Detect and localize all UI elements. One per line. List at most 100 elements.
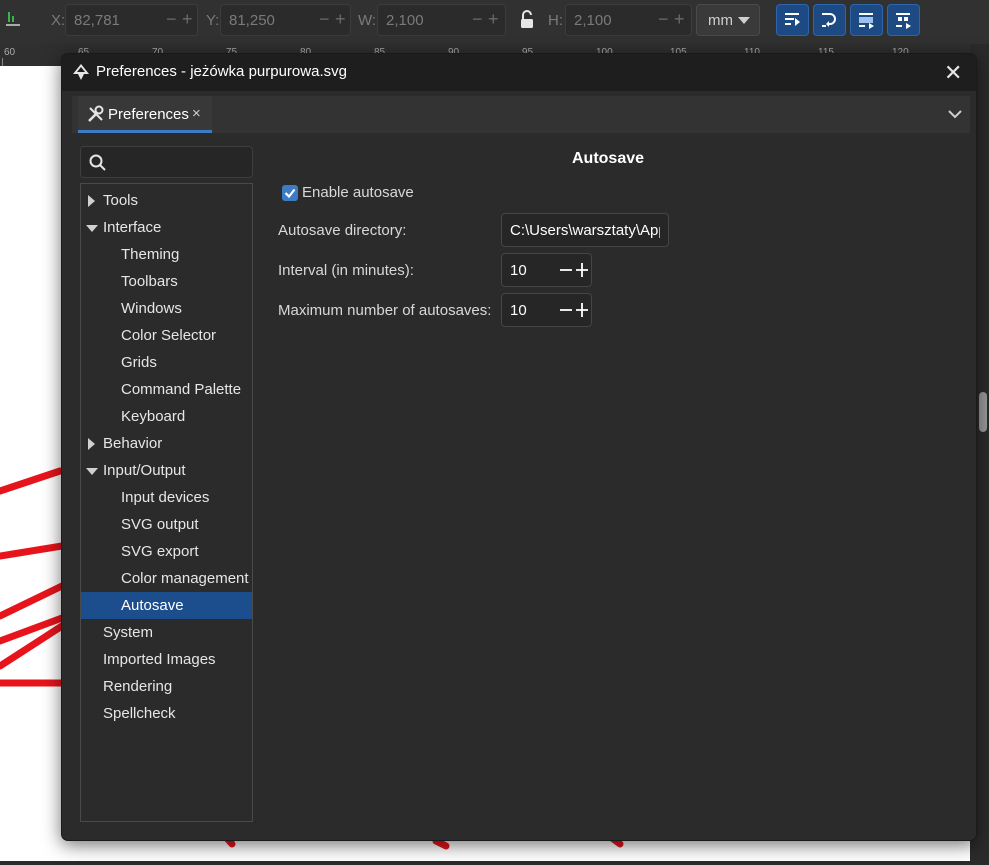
h-decrement[interactable]: − xyxy=(658,9,669,30)
tree-item-label: Behavior xyxy=(103,435,163,452)
unit-selector[interactable]: mm xyxy=(696,4,760,36)
max-autosaves-stepper[interactable]: 10 xyxy=(501,293,592,327)
tree-item[interactable]: Grids xyxy=(81,349,252,376)
tree-item[interactable]: Interface xyxy=(81,214,252,241)
gradients-icon xyxy=(859,13,874,29)
tree-item-label: Toolbars xyxy=(121,273,178,290)
w-decrement[interactable]: − xyxy=(472,9,483,30)
tree-item[interactable]: Behavior xyxy=(81,430,252,457)
interval-value: 10 xyxy=(510,262,527,279)
tree-item-label: Tools xyxy=(103,192,139,209)
preferences-dialog: Preferences - jeżówka purpurowa.svg ✕ Pr… xyxy=(61,53,977,841)
tree-item-label: Autosave xyxy=(121,597,184,614)
tree-item[interactable]: Toolbars xyxy=(81,268,252,295)
preferences-content: Tools Interface Theming Toolbars Windows Colo… xyxy=(72,133,970,838)
checkmark-icon xyxy=(282,185,298,201)
tree-item-label: Imported Images xyxy=(103,651,216,668)
search-input[interactable] xyxy=(80,146,253,178)
tree-item-label: Rendering xyxy=(103,678,173,695)
plus-icon[interactable] xyxy=(574,259,590,281)
w-increment[interactable]: + xyxy=(488,9,499,30)
tree-item-label: Command Palette xyxy=(121,381,242,398)
w-value: 2,100 xyxy=(386,12,424,29)
max-autosaves-label: Maximum number of autosaves: xyxy=(278,302,492,319)
dialog-title: Preferences - jeżówka purpurowa.svg xyxy=(96,63,347,80)
close-icon[interactable]: ✕ xyxy=(944,60,962,86)
tree-item[interactable]: Spellcheck xyxy=(81,700,252,727)
w-field[interactable]: 2,100 − + xyxy=(377,4,506,36)
max-autosaves-value: 10 xyxy=(510,302,527,319)
x-field[interactable]: 82,781 − + xyxy=(65,4,198,36)
interval-stepper[interactable]: 10 xyxy=(501,253,592,287)
plus-icon[interactable] xyxy=(574,299,590,321)
tree-item-label: System xyxy=(103,624,154,641)
tree-item[interactable]: Color management xyxy=(81,565,252,592)
minus-icon[interactable] xyxy=(558,259,574,281)
y-increment[interactable]: + xyxy=(335,9,346,30)
tree-item-label: Theming xyxy=(121,246,180,263)
h-increment[interactable]: + xyxy=(674,9,685,30)
y-decrement[interactable]: − xyxy=(319,9,330,30)
tree-item[interactable]: SVG export xyxy=(81,538,252,565)
expander-expanded-icon[interactable] xyxy=(86,225,98,232)
autosave-directory-value: C:\Users\warsztaty\AppData xyxy=(510,222,660,239)
tab-close-icon[interactable]: × xyxy=(192,105,201,122)
transform-scale-corners-button[interactable] xyxy=(813,4,846,36)
dialog-titlebar[interactable]: Preferences - jeżówka purpurowa.svg ✕ xyxy=(62,54,976,91)
tree-item-label: Keyboard xyxy=(121,408,186,425)
transform-patterns-button[interactable] xyxy=(887,4,920,36)
y-value: 81,250 xyxy=(229,12,275,29)
enable-autosave-label: Enable autosave xyxy=(302,184,414,201)
tree-item[interactable]: Keyboard xyxy=(81,403,252,430)
chevron-down-icon xyxy=(738,17,750,24)
tools-icon xyxy=(87,105,105,127)
y-field[interactable]: 81,250 − + xyxy=(220,4,351,36)
tree-item-label: Interface xyxy=(103,219,162,236)
search-icon xyxy=(89,154,107,176)
tree-item[interactable]: Input/Output xyxy=(81,457,252,484)
transform-gradients-button[interactable] xyxy=(850,4,883,36)
scrollbar-thumb[interactable] xyxy=(979,392,987,432)
x-label: X: xyxy=(51,12,66,29)
tree-item[interactable]: Tools xyxy=(81,187,252,214)
tab-preferences[interactable]: Preferences × xyxy=(78,96,212,133)
preferences-tree[interactable]: Tools Interface Theming Toolbars Windows Colo… xyxy=(80,183,253,822)
dialog-tab-strip: Preferences × xyxy=(72,96,970,133)
expander-expanded-icon[interactable] xyxy=(86,468,98,475)
h-value: 2,100 xyxy=(574,12,612,29)
patterns-icon xyxy=(896,13,911,29)
tree-item[interactable]: Windows xyxy=(81,295,252,322)
tree-item[interactable]: SVG output xyxy=(81,511,252,538)
page-title: Autosave xyxy=(572,150,645,167)
tree-item[interactable]: Imported Images xyxy=(81,646,252,673)
h-label: H: xyxy=(548,12,563,29)
tree-item[interactable]: Command Palette xyxy=(81,376,252,403)
tree-item-label: SVG export xyxy=(121,543,199,560)
tree-item[interactable]: Input devices xyxy=(81,484,252,511)
h-field[interactable]: 2,100 − + xyxy=(565,4,692,36)
w-label: W: xyxy=(358,12,377,29)
align-icon[interactable] xyxy=(6,10,22,32)
tree-item-label: Input devices xyxy=(121,489,210,506)
scale-stroke-icon xyxy=(785,13,800,26)
lock-icon[interactable] xyxy=(519,10,535,34)
autosave-directory-field[interactable]: C:\Users\warsztaty\AppData xyxy=(501,213,669,247)
tree-item[interactable]: Autosave xyxy=(81,592,252,619)
tabs-menu-button[interactable] xyxy=(940,96,970,133)
tree-item[interactable]: Color Selector xyxy=(81,322,252,349)
y-label: Y: xyxy=(206,12,220,29)
tree-item[interactable]: Theming xyxy=(81,241,252,268)
tree-item[interactable]: Rendering xyxy=(81,673,252,700)
tree-item-label: Input/Output xyxy=(103,462,186,479)
tree-item[interactable]: System xyxy=(81,619,252,646)
transform-scale-stroke-button[interactable] xyxy=(776,4,809,36)
tree-item-label: Color management xyxy=(121,570,249,587)
enable-autosave-checkbox[interactable]: Enable autosave xyxy=(282,183,432,203)
x-increment[interactable]: + xyxy=(182,9,193,30)
minus-icon[interactable] xyxy=(558,299,574,321)
autosave-directory-label: Autosave directory: xyxy=(278,222,407,239)
expander-collapsed-icon[interactable] xyxy=(88,438,95,450)
expander-collapsed-icon[interactable] xyxy=(88,195,95,207)
x-decrement[interactable]: − xyxy=(166,9,177,30)
x-value: 82,781 xyxy=(74,12,120,29)
